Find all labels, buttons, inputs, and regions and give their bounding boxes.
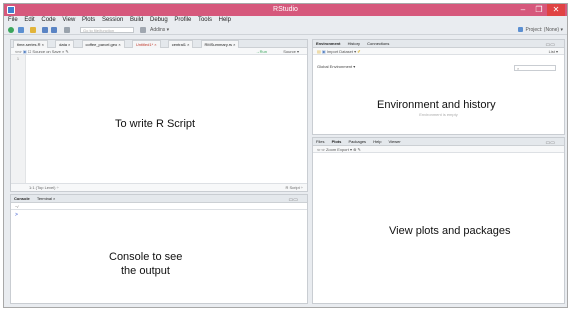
files-plots-pane: Files Plots Packages Help Viewer ▭▭ ⇦ ⇨ … [312, 137, 565, 304]
files-tabs: Files Plots Packages Help Viewer ▭▭ [313, 138, 564, 146]
project-icon [518, 27, 524, 33]
maximize-button[interactable]: ❐ [531, 4, 547, 16]
console-prompt[interactable]: > [15, 212, 18, 218]
grid-icon[interactable] [140, 27, 146, 33]
console-path: ~/ [11, 203, 307, 210]
environment-toolbar: ▤ ▣ Import Dataset ▾ ✐ List ▾ [313, 48, 564, 55]
menu-edit[interactable]: Edit [24, 17, 34, 23]
environment-pane: Environment History Connections ▭▭ ▤ ▣ I… [312, 39, 565, 135]
project-menu[interactable]: Project: (None) ▾ [518, 25, 563, 35]
menu-view[interactable]: View [62, 17, 75, 23]
menu-file[interactable]: File [8, 17, 18, 23]
tab-files[interactable]: Files [316, 139, 324, 144]
menu-tools[interactable]: Tools [198, 17, 212, 23]
console-annotation-line1: Console to see [109, 251, 183, 263]
main-toolbar: Go to file/function Addins ▾ Project: (N… [4, 25, 567, 35]
tab-history[interactable]: History [348, 41, 360, 46]
menu-code[interactable]: Code [41, 17, 55, 23]
title-bar: RStudio – ❐ ✕ [4, 4, 567, 16]
list-view-selector[interactable]: List ▾ [549, 48, 558, 55]
console-tabs: Console Terminal × ▭▭ [11, 195, 307, 203]
cursor-position[interactable]: 1:1 (Top Level) ÷ [29, 185, 59, 190]
close-button[interactable]: ✕ [547, 4, 565, 16]
tab-rmsummary[interactable]: RMSummary.rs × [200, 40, 240, 48]
menu-help[interactable]: Help [219, 17, 231, 23]
tab-connections[interactable]: Connections [367, 41, 389, 46]
tab-terminal[interactable]: Terminal × [37, 196, 56, 201]
environment-search-input[interactable]: ⌕ [514, 65, 556, 71]
plots-annotation: View plots and packages [389, 225, 511, 237]
tab-time-series[interactable]: time-series.R × [13, 40, 49, 48]
environment-empty-message: Environment is empty [419, 112, 458, 117]
tab-coffee-parcel[interactable]: coffee_parcel.geo × [81, 40, 125, 48]
plots-toolbar: ⇦ ⇨ Zoom Export ▾ ⊗ ✎ [313, 146, 564, 153]
open-file-icon[interactable] [30, 27, 36, 33]
menu-bar: File Edit Code View Plots Session Build … [4, 16, 567, 25]
environment-annotation: Environment and history [377, 99, 496, 111]
line-gutter: 1 [11, 55, 26, 183]
environment-tabs: Environment History Connections ▭▭ [313, 40, 564, 48]
menu-profile[interactable]: Profile [174, 17, 191, 23]
line-number: 1 [16, 56, 20, 61]
save-icon[interactable] [42, 27, 48, 33]
tab-environment[interactable]: Environment [316, 41, 340, 46]
source-tabs: time-series.R × data × coffee_parcel.geo… [11, 40, 307, 48]
tab-viewer[interactable]: Viewer [389, 139, 401, 144]
tab-data[interactable]: data × [55, 40, 75, 48]
source-toolbar: ⇦⇨ ▣ ☐ Source on Save ⌕ ✎ →Run Source ▾ [11, 48, 307, 55]
minimize-button[interactable]: – [515, 4, 531, 16]
addins-button[interactable]: Addins ▾ [150, 25, 169, 35]
menu-debug[interactable]: Debug [150, 17, 168, 23]
global-environment-selector[interactable]: Global Environment ▾ [317, 64, 355, 69]
tab-help[interactable]: Help [373, 139, 381, 144]
tab-central1[interactable]: central1 × [167, 40, 194, 48]
menu-session[interactable]: Session [102, 17, 123, 23]
rstudio-window: RStudio – ❐ ✕ File Edit Code View Plots … [3, 3, 568, 308]
back-arrow-icon[interactable]: ⇦⇨ [15, 49, 23, 54]
plot-zoom-export[interactable]: Zoom Export ▾ [326, 147, 352, 152]
tab-untitled1[interactable]: Untitled1* × [131, 40, 161, 48]
new-project-icon[interactable] [18, 27, 24, 33]
wand-icon[interactable]: ✎ [65, 49, 68, 54]
new-file-icon[interactable] [8, 27, 14, 33]
tab-plots[interactable]: Plots [332, 139, 342, 144]
source-on-save-label: Source on Save [32, 49, 61, 54]
window-title: RStudio [273, 6, 298, 13]
source-button[interactable]: Source ▾ [283, 48, 299, 55]
import-dataset-button[interactable]: Import Dataset ▾ [327, 49, 356, 54]
broom-icon[interactable]: ✐ [357, 49, 360, 54]
goto-file-input[interactable]: Go to file/function [80, 27, 134, 33]
delete-plot-icon[interactable]: ⊗ ✎ [353, 147, 361, 152]
source-pane: time-series.R × data × coffee_parcel.geo… [10, 39, 308, 192]
editor-status-bar: 1:1 (Top Level) ÷ R Script ÷ [11, 183, 307, 191]
tab-console[interactable]: Console [14, 196, 30, 201]
console-pane: Console Terminal × ▭▭ ~/ > Console to se… [10, 194, 308, 304]
source-annotation: To write R Script [115, 118, 196, 130]
project-label: Project: (None) ▾ [525, 27, 563, 33]
save-all-icon[interactable] [51, 27, 57, 33]
console-annotation-line2: the output [121, 265, 170, 277]
run-button[interactable]: →Run [256, 48, 267, 55]
tab-packages[interactable]: Packages [348, 139, 366, 144]
menu-plots[interactable]: Plots [82, 17, 95, 23]
menu-build[interactable]: Build [130, 17, 143, 23]
print-icon[interactable] [64, 27, 70, 33]
file-type-selector[interactable]: R Script ÷ [285, 184, 303, 191]
plot-nav-arrows-icon[interactable]: ⇦ ⇨ [317, 147, 326, 152]
